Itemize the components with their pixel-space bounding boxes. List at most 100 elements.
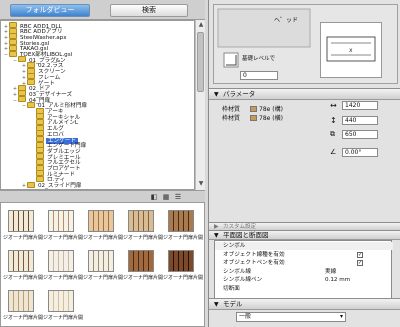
material-2-label: 枠材質: [222, 115, 241, 122]
plan-symbol-preview: x: [320, 22, 382, 78]
section-title: 平面図と断面図: [223, 231, 269, 239]
preview-label: ヘ゜ッド: [274, 17, 299, 24]
list-view-icon[interactable]: ☰: [174, 193, 182, 201]
object-thumbnail[interactable]: ジオーナ門扉片開き: [163, 207, 203, 247]
thumbnail-caption: ジオーナ門扉片開き: [163, 235, 203, 241]
gate-preview-image: [8, 290, 34, 312]
height-icon: ↕: [330, 116, 337, 125]
object-thumbnail[interactable]: ジオーナ門扉片開き: [123, 247, 163, 287]
library-tree[interactable]: + RBC ADD1 DLL + RBC ADDアプリ + SteelWasher.apx…: [0, 20, 195, 190]
tab-folder-view[interactable]: フォルダビュー: [10, 4, 90, 17]
section-parameters-header[interactable]: ▼ パラメータ: [209, 88, 400, 100]
object-thumbnail[interactable]: ジオーナ門扉片開き: [83, 207, 123, 247]
property-label: 切断面: [223, 286, 240, 292]
property-label: オブジェクトペンを有効: [223, 260, 285, 267]
object-thumbnail[interactable]: ジオーナ門扉片開き: [163, 247, 203, 287]
large-icons-icon[interactable]: ▦: [162, 193, 170, 201]
angle-input[interactable]: 0.00°: [342, 148, 378, 157]
object-thumbnail[interactable]: ジオーナ門扉片開き: [123, 207, 163, 247]
thumbnail-caption: ジオーナ門扉片開き: [3, 275, 43, 281]
checkbox[interactable]: ✓: [357, 260, 363, 267]
property-label: シンボル: [223, 243, 246, 249]
gate-preview-image: [128, 250, 154, 272]
floor-plan-settings-list: シンボル オブジェクト線種を有効 ✓ オブジェクトペンを有効 ✓ シンボル線 実線 シンボル線…: [214, 240, 393, 302]
object-thumbnail[interactable]: ジオーナ門扉片開き: [43, 207, 83, 247]
property-row[interactable]: シンボル線 実線: [215, 268, 393, 276]
angle-icon: ∠: [330, 148, 337, 156]
height-input[interactable]: 440: [342, 116, 378, 125]
depth-input[interactable]: 650: [342, 130, 378, 139]
property-row[interactable]: シンボル: [215, 242, 393, 250]
gate-preview-image: [128, 210, 154, 232]
property-row[interactable]: シンボル線ペン 0.12 mm: [215, 276, 393, 284]
view-toolbar: ◧ ▦ ☰: [0, 190, 205, 202]
section-title: パラメータ: [223, 90, 256, 98]
section-floor-plan-header[interactable]: ▼ 平面図と断面図: [209, 230, 400, 240]
object-thumbnail-grid: ジオーナ門扉片開きジオーナ門扉片開きジオーナ門扉片開きジオーナ門扉片開きジオーナ…: [0, 202, 205, 327]
object-thumbnail[interactable]: ジオーナ門扉片開き: [3, 247, 43, 287]
gate-preview-image: [168, 210, 194, 232]
thumbnail-caption: ジオーナ門扉片開き: [123, 235, 163, 241]
section-title: モデル: [223, 300, 243, 308]
browser-tab-bar: フォルダビュー 検索: [0, 0, 205, 20]
section-model-header[interactable]: ▼ モデル: [209, 298, 400, 310]
material-1-value[interactable]: 78e (構): [250, 104, 283, 113]
preview-icon[interactable]: ◧: [150, 193, 158, 201]
tree-item-label: 02_スライド門扉: [38, 183, 82, 190]
material-1-label: 枠材質: [222, 106, 241, 113]
checkbox[interactable]: ✓: [357, 251, 363, 258]
model-select[interactable]: 一般 ▾: [236, 312, 346, 322]
property-row[interactable]: オブジェクト線種を有効 ✓: [215, 251, 393, 259]
gate-preview-image: [88, 210, 114, 232]
chevron-down-icon: ▾: [339, 313, 343, 320]
tree-scrollbar[interactable]: ▲ ▼: [195, 20, 205, 190]
thumbnail-caption: ジオーナ門扉片開き: [43, 275, 83, 281]
svg-text:x: x: [349, 47, 353, 54]
object-thumbnail[interactable]: ジオーナ門扉片開き: [3, 207, 43, 247]
property-value[interactable]: 実線: [325, 268, 336, 276]
depth-icon: ⧉: [330, 130, 335, 138]
tree-item[interactable]: +02_スライド門扉: [21, 181, 82, 190]
material-swatch-icon: [250, 106, 257, 112]
elevation-label: 基礎レベルで: [242, 56, 276, 62]
thumbnail-caption: ジオーナ門扉片開き: [43, 315, 83, 321]
object-thumbnail[interactable]: ジオーナ門扉片開き: [3, 287, 43, 326]
width-icon: ↔: [330, 101, 337, 110]
collapse-triangle-icon: ▼: [214, 232, 219, 239]
gate-preview-image: [48, 290, 74, 312]
collapse-triangle-icon: ▼: [214, 91, 219, 98]
elevation-input[interactable]: 0: [240, 71, 278, 80]
folder-icon: [27, 181, 35, 188]
property-label: シンボル線ペン: [223, 277, 263, 284]
gate-preview-image: [48, 250, 74, 272]
thumbnail-caption: ジオーナ門扉片開き: [3, 235, 43, 241]
material-2-value[interactable]: 78e (横): [250, 113, 283, 122]
scroll-thumb[interactable]: [197, 32, 204, 92]
collapse-triangle-icon: ▼: [214, 301, 219, 308]
gate-preview-image: [88, 250, 114, 272]
thumbnail-caption: ジオーナ門扉片開き: [43, 235, 83, 241]
object-thumbnail[interactable]: ジオーナ門扉片開き: [43, 287, 83, 326]
object-thumbnail[interactable]: ジオーナ門扉片開き: [43, 247, 83, 287]
width-input[interactable]: 1420: [342, 101, 378, 110]
property-value[interactable]: 0.12 mm: [325, 276, 350, 284]
property-row[interactable]: 切断面: [215, 285, 393, 293]
gate-preview-image: [168, 250, 194, 272]
thumbnail-caption: ジオーナ門扉片開き: [3, 315, 43, 321]
property-row[interactable]: オブジェクトペンを有効 ✓: [215, 259, 393, 267]
gate-preview-image: [8, 250, 34, 272]
thumbnail-caption: ジオーナ門扉片開き: [123, 275, 163, 281]
gate-preview-image: [48, 210, 74, 232]
model-select-value: 一般: [239, 313, 252, 320]
scroll-down-icon[interactable]: ▼: [197, 180, 205, 188]
thumbnail-caption: ジオーナ門扉片開き: [83, 275, 123, 281]
scroll-up-icon[interactable]: ▲: [197, 21, 205, 29]
object-thumbnail[interactable]: ジオーナ門扉片開き: [83, 247, 123, 287]
property-label: シンボル線: [223, 268, 251, 275]
gate-preview-image: [8, 210, 34, 232]
thumbnail-caption: ジオーナ門扉片開き: [163, 275, 203, 281]
tab-search[interactable]: 検索: [110, 4, 188, 17]
material-swatch-icon: [250, 115, 257, 121]
thumbnail-caption: ジオーナ門扉片開き: [83, 235, 123, 241]
property-label: オブジェクト線種を有効: [223, 251, 285, 258]
